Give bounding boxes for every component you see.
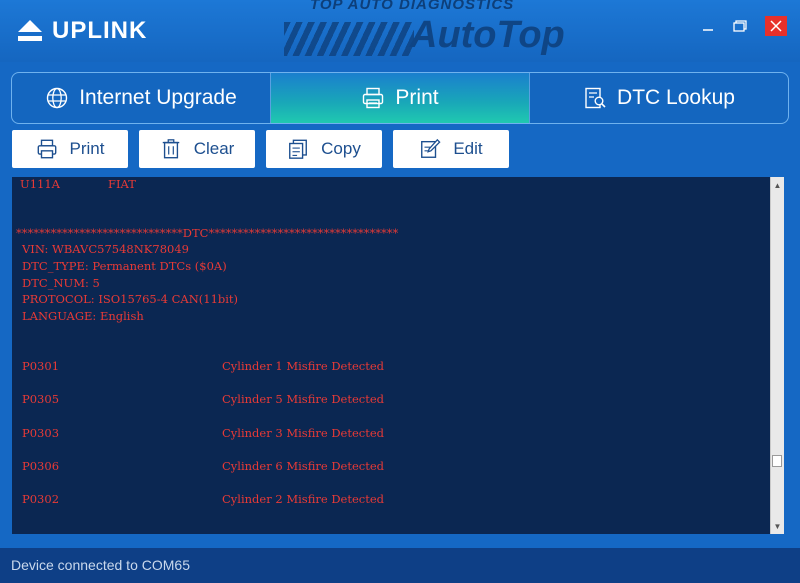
clear-button-label: Clear	[193, 139, 235, 158]
globe-icon	[46, 87, 68, 109]
report-text-area[interactable]: U111A FIAT *****************************…	[12, 177, 770, 534]
dtc-description: Cylinder 2 Misfire Detected	[222, 492, 385, 506]
dtc-description: Cylinder 6 Misfire Detected	[222, 459, 385, 473]
edit-icon	[421, 138, 441, 158]
title-bar: UPLINK TOP AUTO DIAGNOSTICS AutoTop	[0, 0, 800, 62]
dtc-code: P0306	[22, 459, 60, 473]
brand-tagline: TOP AUTO DIAGNOSTICS	[310, 0, 515, 13]
document-search-icon	[585, 87, 606, 109]
scroll-down-arrow-icon[interactable]: ▼	[772, 520, 783, 532]
tab-label: DTC Lookup	[617, 86, 735, 109]
tab-label: Print	[395, 86, 439, 109]
trash-icon	[162, 139, 179, 159]
status-bar: Device connected to COM65	[0, 548, 800, 583]
dtc-description: Cylinder 3 Misfire Detected	[222, 426, 385, 440]
dtc-description: Cylinder 5 Misfire Detected	[222, 392, 385, 406]
report-language: LANGUAGE: English	[22, 309, 144, 323]
eject-logo-icon	[18, 20, 42, 41]
dtc-code: P0305	[22, 392, 60, 406]
report-vin: VIN: WBAVC57548NK78049	[22, 242, 189, 256]
app-logo-text: UPLINK	[52, 17, 148, 44]
connection-status: Device connected to COM65	[11, 557, 190, 573]
report-dtc-type: DTC_TYPE: Permanent DTCs ($0A)	[22, 259, 227, 273]
close-button[interactable]	[765, 16, 787, 36]
copy-button-label: Copy	[321, 139, 361, 158]
brand-stripes	[284, 22, 414, 56]
report-separator: *****************************DTC********…	[16, 226, 399, 240]
edit-button[interactable]: Edit	[393, 130, 509, 168]
minimize-button[interactable]	[697, 16, 719, 36]
scrollbar-thumb[interactable]	[772, 455, 782, 467]
brand-watermark: TOP AUTO DIAGNOSTICS AutoTop	[280, 0, 620, 62]
maximize-button[interactable]	[729, 16, 751, 36]
report-dtc-num: DTC_NUM: 5	[22, 276, 100, 290]
copy-button[interactable]: Copy	[266, 130, 382, 168]
report-protocol: PROTOCOL: ISO15765-4 CAN(11bit)	[22, 292, 239, 306]
minimize-icon	[703, 29, 713, 31]
edit-button-label: Edit	[453, 139, 483, 158]
tab-dtc-lookup[interactable]: DTC Lookup	[530, 73, 788, 123]
maximize-icon	[733, 20, 747, 32]
tab-internet-upgrade[interactable]: Internet Upgrade	[12, 73, 271, 123]
clear-button[interactable]: Clear	[139, 130, 255, 168]
print-button[interactable]: Print	[12, 130, 128, 168]
report-partial-code: U111A	[20, 177, 60, 191]
dtc-code: P0301	[22, 359, 60, 373]
dtc-code: P0302	[22, 492, 60, 506]
close-icon	[770, 20, 782, 32]
dtc-code: P0303	[22, 426, 60, 440]
app-logo: UPLINK	[16, 16, 147, 46]
print-button-label: Print	[69, 139, 105, 158]
report-scrollbar[interactable]: ▲ ▼	[770, 177, 784, 534]
copy-icon	[289, 139, 308, 159]
scroll-up-arrow-icon[interactable]: ▲	[772, 179, 783, 191]
brand-name: AutoTop	[410, 14, 565, 56]
dtc-description: Cylinder 1 Misfire Detected	[222, 359, 385, 373]
report-partial-text: FIAT	[108, 177, 136, 191]
printer-icon	[37, 139, 56, 159]
printer-icon	[363, 87, 384, 109]
tab-print[interactable]: Print	[271, 73, 530, 123]
main-tabs: Internet Upgrade Print DTC Lookup	[11, 72, 789, 124]
tab-label: Internet Upgrade	[79, 86, 237, 109]
